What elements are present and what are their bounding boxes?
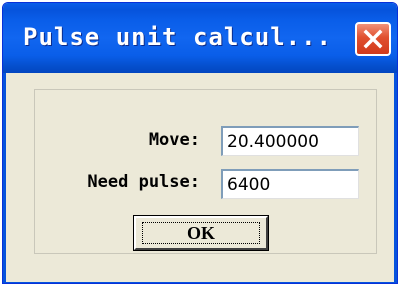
dialog-client-area: Move: Need pulse: OK	[3, 73, 397, 283]
move-input[interactable]	[221, 126, 359, 156]
move-label: Move:	[148, 130, 200, 150]
input-group-box: Move: Need pulse: OK	[34, 89, 377, 254]
ok-focus-rect: OK	[142, 222, 260, 244]
ok-button-label: OK	[186, 222, 215, 243]
need-pulse-label: Need pulse:	[87, 172, 200, 192]
pulse-unit-dialog: Pulse unit calcul... Move: Need pulse: O…	[2, 2, 398, 284]
window-title: Pulse unit calcul...	[23, 23, 332, 51]
title-bar[interactable]: Pulse unit calcul...	[3, 3, 397, 73]
ok-button[interactable]: OK	[133, 215, 269, 251]
close-button[interactable]	[355, 22, 391, 56]
close-icon	[363, 29, 383, 49]
need-pulse-input[interactable]	[221, 169, 359, 199]
